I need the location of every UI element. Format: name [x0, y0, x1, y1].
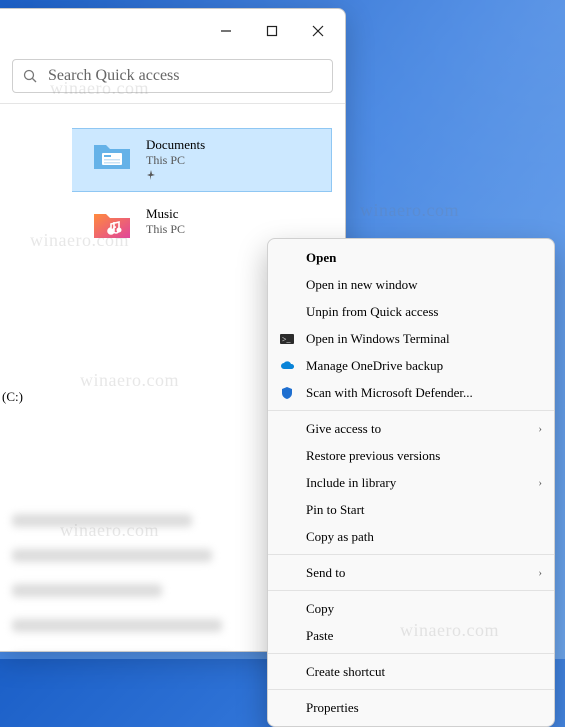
minimize-icon — [220, 25, 232, 37]
folder-icon — [92, 206, 132, 242]
folder-item-documents[interactable]: Documents This PC — [72, 128, 332, 192]
minimize-button[interactable] — [203, 11, 249, 51]
menu-onedrive-backup[interactable]: Manage OneDrive backup — [268, 352, 554, 379]
folder-title: Documents — [146, 137, 205, 153]
blurred-item — [12, 514, 192, 527]
folder-item-text: Music This PC — [146, 206, 185, 237]
folder-subtitle: This PC — [146, 153, 205, 168]
watermark: winaero.com — [360, 200, 459, 221]
menu-open-terminal[interactable]: >_ Open in Windows Terminal — [268, 325, 554, 352]
blurred-item — [12, 619, 222, 632]
menu-open-new-window[interactable]: Open in new window — [268, 271, 554, 298]
blurred-items — [12, 514, 232, 652]
sidebar-drive-label[interactable]: (C:) — [0, 389, 23, 405]
menu-separator — [268, 410, 554, 411]
blurred-item — [12, 584, 162, 597]
shield-icon — [278, 384, 296, 402]
menu-separator — [268, 554, 554, 555]
menu-paste[interactable]: Paste — [268, 622, 554, 649]
menu-separator — [268, 689, 554, 690]
menu-pin-start[interactable]: Pin to Start — [268, 496, 554, 523]
folder-subtitle: This PC — [146, 222, 185, 237]
context-menu: Open Open in new window Unpin from Quick… — [267, 238, 555, 727]
menu-properties[interactable]: Properties — [268, 694, 554, 721]
close-icon — [312, 25, 324, 37]
cloud-icon — [278, 357, 296, 375]
menu-separator — [268, 590, 554, 591]
menu-unpin-quick-access[interactable]: Unpin from Quick access — [268, 298, 554, 325]
menu-include-library[interactable]: Include in library› — [268, 469, 554, 496]
chevron-right-icon: › — [538, 567, 542, 579]
chevron-right-icon: › — [538, 477, 542, 489]
menu-copy[interactable]: Copy — [268, 595, 554, 622]
folder-item-text: Documents This PC — [146, 137, 205, 183]
menu-defender-scan[interactable]: Scan with Microsoft Defender... — [268, 379, 554, 406]
svg-text:>_: >_ — [282, 335, 292, 344]
maximize-icon — [266, 25, 278, 37]
menu-give-access[interactable]: Give access to› — [268, 415, 554, 442]
titlebar — [0, 9, 345, 53]
chevron-right-icon: › — [538, 423, 542, 435]
content-area: Documents This PC Music This PC — [0, 104, 345, 250]
menu-send-to[interactable]: Send to› — [268, 559, 554, 586]
search-icon — [23, 69, 38, 84]
pin-icon — [146, 170, 205, 183]
menu-copy-path[interactable]: Copy as path — [268, 523, 554, 550]
menu-restore-versions[interactable]: Restore previous versions — [268, 442, 554, 469]
terminal-icon: >_ — [278, 330, 296, 348]
folder-title: Music — [146, 206, 185, 222]
search-placeholder: Search Quick access — [48, 67, 180, 85]
menu-separator — [268, 653, 554, 654]
maximize-button[interactable] — [249, 11, 295, 51]
menu-open[interactable]: Open — [268, 244, 554, 271]
close-button[interactable] — [295, 11, 341, 51]
search-row: Search Quick access — [0, 53, 345, 103]
menu-create-shortcut[interactable]: Create shortcut — [268, 658, 554, 685]
folder-icon — [92, 137, 132, 173]
blurred-item — [12, 549, 212, 562]
search-input[interactable]: Search Quick access — [12, 59, 333, 93]
